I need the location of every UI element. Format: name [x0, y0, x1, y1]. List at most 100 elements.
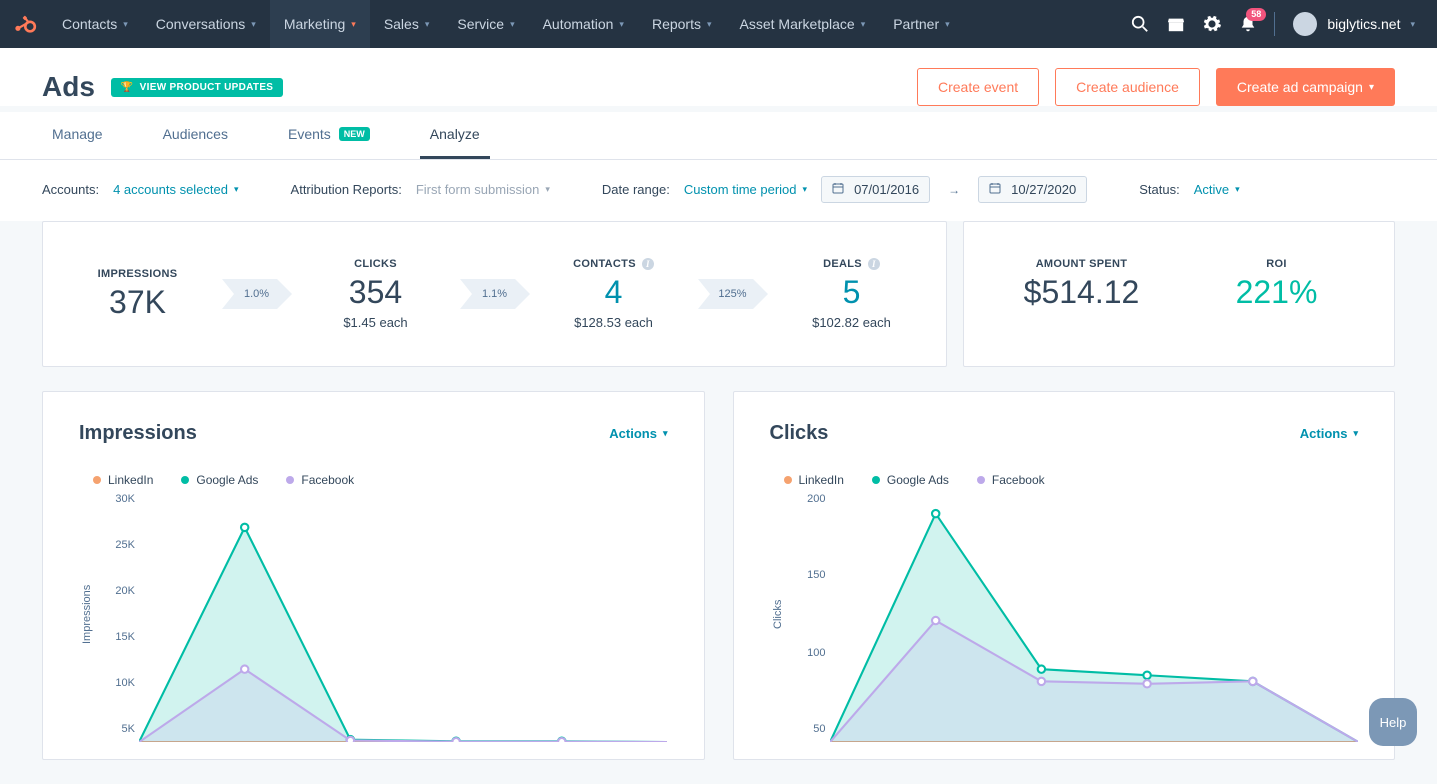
- accounts-dropdown[interactable]: 4 accounts selected▾: [113, 182, 238, 197]
- hubspot-logo[interactable]: [0, 0, 48, 48]
- metric-value: 221%: [1212, 274, 1342, 311]
- metric-value: 354: [311, 274, 441, 311]
- chevron-down-icon: ▾: [861, 19, 866, 30]
- daterange-dropdown[interactable]: Custom time period▾: [684, 182, 807, 197]
- marketplace-icon[interactable]: [1158, 0, 1194, 48]
- impressions-chart-card: Impressions Actions▾ LinkedIn Google Ads…: [42, 391, 705, 760]
- metric-value[interactable]: 4: [549, 274, 679, 311]
- y-tick: 5K: [95, 723, 135, 735]
- nav-sales[interactable]: Sales▾: [370, 0, 444, 48]
- create-event-button[interactable]: Create event: [917, 68, 1039, 106]
- status-dropdown[interactable]: Active▾: [1194, 182, 1240, 197]
- y-tick: 30K: [95, 493, 135, 505]
- funnel-arrow: 125%: [698, 279, 768, 309]
- status-label: Status:: [1139, 182, 1179, 197]
- arrow-right-icon: →: [948, 183, 960, 197]
- chevron-down-icon: ▾: [1410, 19, 1415, 30]
- create-audience-button[interactable]: Create audience: [1055, 68, 1200, 106]
- chevron-down-icon: ▾: [234, 184, 239, 195]
- attribution-dropdown[interactable]: First form submission▾: [416, 182, 550, 197]
- nav-automation[interactable]: Automation▾: [529, 0, 638, 48]
- y-tick: 50: [786, 723, 826, 735]
- help-button[interactable]: Help: [1369, 698, 1417, 746]
- chart-svg: [830, 499, 1358, 742]
- product-updates-badge[interactable]: 🏆 VIEW PRODUCT UPDATES: [111, 78, 283, 97]
- nav-marketing[interactable]: Marketing▾: [270, 0, 370, 48]
- nav-asset-marketplace[interactable]: Asset Marketplace▾: [726, 0, 880, 48]
- metric-deals: DEALSi 5 $102.82 each: [787, 258, 917, 330]
- chart-actions-dropdown[interactable]: Actions▾: [1300, 426, 1358, 441]
- y-tick: 100: [786, 647, 826, 659]
- attribution-label: Attribution Reports:: [291, 182, 402, 197]
- tab-audiences[interactable]: Audiences: [153, 112, 238, 159]
- metric-sub: $128.53 each: [549, 315, 679, 330]
- nav-service[interactable]: Service▾: [443, 0, 528, 48]
- tab-manage[interactable]: Manage: [42, 112, 113, 159]
- y-tick: 10K: [95, 677, 135, 689]
- nav-conversations[interactable]: Conversations▾: [142, 0, 270, 48]
- legend-linkedin[interactable]: LinkedIn: [784, 473, 844, 487]
- search-icon[interactable]: [1122, 0, 1158, 48]
- legend-facebook[interactable]: Facebook: [286, 473, 354, 487]
- metric-impressions: IMPRESSIONS 37K: [73, 268, 203, 321]
- info-icon[interactable]: i: [642, 258, 654, 270]
- chevron-down-icon: ▾: [545, 184, 550, 195]
- date-to-input[interactable]: 10/27/2020: [978, 176, 1087, 203]
- metric-label: AMOUNT SPENT: [1017, 258, 1147, 270]
- y-tick: 25K: [95, 539, 135, 551]
- legend-dot-icon: [784, 476, 792, 484]
- nav-contacts[interactable]: Contacts▾: [48, 0, 142, 48]
- metric-contacts: CONTACTSi 4 $128.53 each: [549, 258, 679, 330]
- divider: [1274, 12, 1275, 36]
- metric-value[interactable]: 5: [787, 274, 917, 311]
- y-tick: 150: [786, 569, 826, 581]
- metric-label: ROI: [1212, 258, 1342, 270]
- chevron-down-icon: ▾: [251, 19, 256, 30]
- legend-facebook[interactable]: Facebook: [977, 473, 1045, 487]
- create-ad-campaign-button[interactable]: Create ad campaign▾: [1216, 68, 1395, 106]
- notification-bell-icon[interactable]: 58: [1230, 0, 1266, 48]
- nav-partner[interactable]: Partner▾: [879, 0, 963, 48]
- chart-legend: LinkedIn Google Ads Facebook: [79, 473, 668, 487]
- calendar-icon: [989, 182, 1001, 197]
- tab-analyze[interactable]: Analyze: [420, 112, 490, 159]
- trophy-icon: 🏆: [121, 82, 134, 93]
- metric-clicks: CLICKS 354 $1.45 each: [311, 258, 441, 330]
- legend-dot-icon: [977, 476, 985, 484]
- chevron-down-icon: ▾: [123, 19, 128, 30]
- metric-label: IMPRESSIONS: [73, 268, 203, 280]
- clicks-chart-card: Clicks Actions▾ LinkedIn Google Ads Face…: [733, 391, 1396, 760]
- chart-svg: [139, 499, 667, 742]
- settings-gear-icon[interactable]: [1194, 0, 1230, 48]
- legend-linkedin[interactable]: LinkedIn: [93, 473, 153, 487]
- new-badge: NEW: [339, 127, 370, 141]
- funnel-pct: 1.0%: [244, 288, 269, 300]
- chart-actions-dropdown[interactable]: Actions▾: [609, 426, 667, 441]
- chevron-down-icon: ▾: [1369, 82, 1374, 93]
- tab-events[interactable]: EventsNEW: [278, 112, 380, 159]
- metric-label: DEALSi: [787, 258, 917, 270]
- y-tick: 200: [786, 493, 826, 505]
- chart-title: Impressions: [79, 422, 197, 445]
- legend-dot-icon: [181, 476, 189, 484]
- legend-dot-icon: [93, 476, 101, 484]
- info-icon[interactable]: i: [868, 258, 880, 270]
- daterange-label: Date range:: [602, 182, 670, 197]
- legend-dot-icon: [872, 476, 880, 484]
- metric-label: CLICKS: [311, 258, 441, 270]
- chevron-down-icon: ▾: [663, 428, 668, 439]
- legend-google-ads[interactable]: Google Ads: [181, 473, 258, 487]
- chart-area: 200 150 100 50: [786, 499, 1359, 729]
- roi-card: AMOUNT SPENT $514.12 ROI 221%: [963, 221, 1395, 367]
- account-menu[interactable]: biglytics.net ▾: [1283, 12, 1425, 36]
- legend-google-ads[interactable]: Google Ads: [872, 473, 949, 487]
- funnel-arrow: 1.0%: [222, 279, 292, 309]
- funnel-arrow: 1.1%: [460, 279, 530, 309]
- chart-legend: LinkedIn Google Ads Facebook: [770, 473, 1359, 487]
- date-from-input[interactable]: 07/01/2016: [821, 176, 930, 203]
- chart-title: Clicks: [770, 422, 829, 445]
- y-axis-label: Impressions: [79, 499, 95, 729]
- y-axis-label: Clicks: [770, 499, 786, 729]
- legend-dot-icon: [286, 476, 294, 484]
- nav-reports[interactable]: Reports▾: [638, 0, 726, 48]
